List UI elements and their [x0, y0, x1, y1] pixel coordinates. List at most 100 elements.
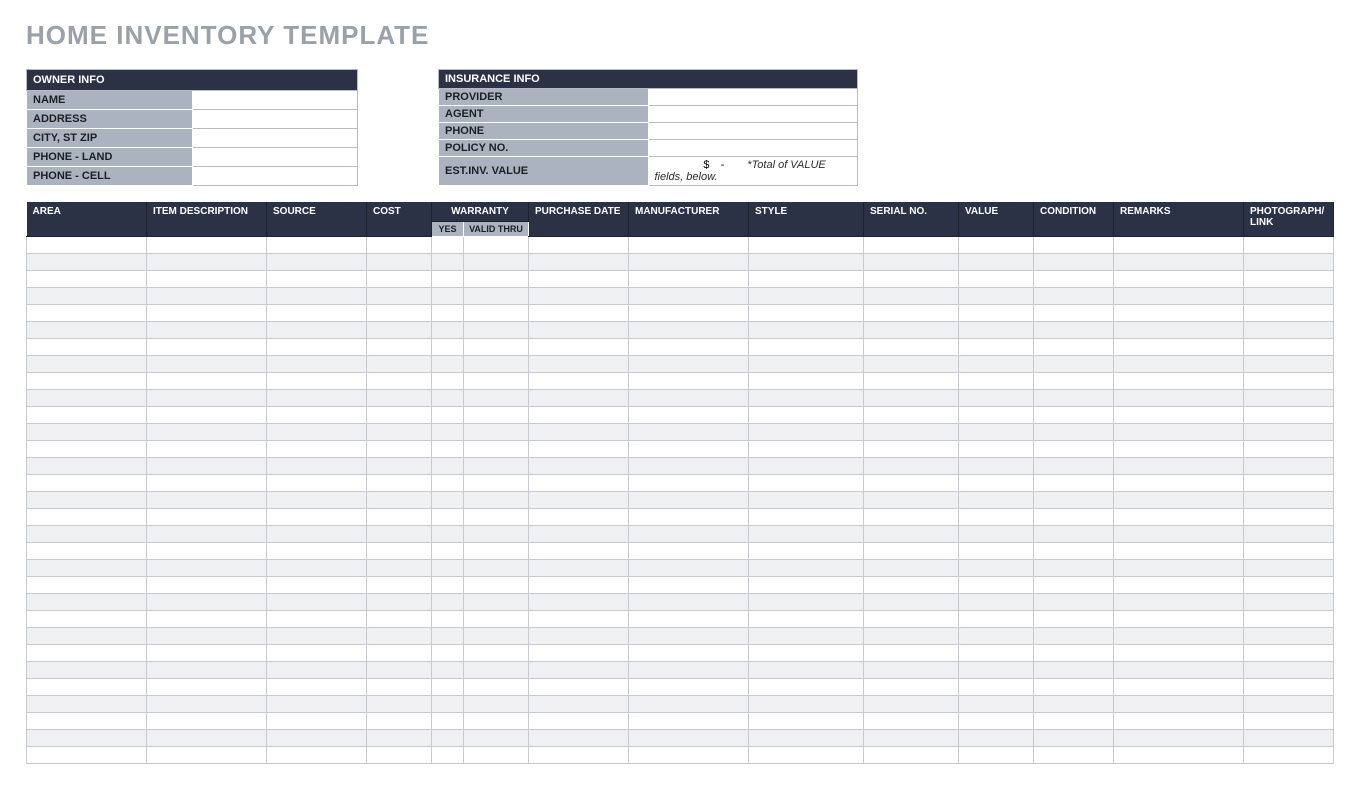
cell[interactable]	[959, 407, 1034, 424]
cell[interactable]	[432, 492, 464, 509]
cell[interactable]	[147, 679, 267, 696]
cell[interactable]	[959, 424, 1034, 441]
cell[interactable]	[864, 713, 959, 730]
cell[interactable]	[864, 730, 959, 747]
cell[interactable]	[367, 305, 432, 322]
cell[interactable]	[464, 645, 529, 662]
cell[interactable]	[1244, 305, 1334, 322]
cell[interactable]	[864, 679, 959, 696]
cell[interactable]	[147, 730, 267, 747]
cell[interactable]	[1244, 407, 1334, 424]
cell[interactable]	[147, 390, 267, 407]
cell[interactable]	[367, 696, 432, 713]
cell[interactable]	[464, 543, 529, 560]
cell[interactable]	[1034, 560, 1114, 577]
cell[interactable]	[432, 628, 464, 645]
cell[interactable]	[749, 475, 864, 492]
cell[interactable]	[864, 407, 959, 424]
cell[interactable]	[147, 441, 267, 458]
cell[interactable]	[147, 747, 267, 764]
cell[interactable]	[529, 747, 629, 764]
cell[interactable]	[749, 594, 864, 611]
cell[interactable]	[464, 407, 529, 424]
cell[interactable]	[529, 441, 629, 458]
ins-agent-value[interactable]	[648, 106, 858, 123]
cell[interactable]	[367, 509, 432, 526]
cell[interactable]	[629, 254, 749, 271]
cell[interactable]	[864, 305, 959, 322]
cell[interactable]	[1244, 611, 1334, 628]
cell[interactable]	[1034, 356, 1114, 373]
cell[interactable]	[749, 356, 864, 373]
cell[interactable]	[864, 356, 959, 373]
cell[interactable]	[367, 662, 432, 679]
cell[interactable]	[864, 373, 959, 390]
cell[interactable]	[1034, 407, 1114, 424]
cell[interactable]	[1114, 577, 1244, 594]
cell[interactable]	[464, 322, 529, 339]
cell[interactable]	[432, 543, 464, 560]
cell[interactable]	[1244, 543, 1334, 560]
cell[interactable]	[1114, 713, 1244, 730]
cell[interactable]	[432, 322, 464, 339]
cell[interactable]	[864, 424, 959, 441]
cell[interactable]	[27, 390, 147, 407]
cell[interactable]	[267, 594, 367, 611]
cell[interactable]	[749, 441, 864, 458]
cell[interactable]	[464, 458, 529, 475]
cell[interactable]	[367, 407, 432, 424]
cell[interactable]	[1114, 424, 1244, 441]
cell[interactable]	[1034, 271, 1114, 288]
cell[interactable]	[464, 390, 529, 407]
cell[interactable]	[1114, 526, 1244, 543]
cell[interactable]	[864, 271, 959, 288]
cell[interactable]	[267, 373, 367, 390]
cell[interactable]	[367, 594, 432, 611]
cell[interactable]	[864, 458, 959, 475]
cell[interactable]	[959, 645, 1034, 662]
cell[interactable]	[749, 373, 864, 390]
cell[interactable]	[1034, 577, 1114, 594]
cell[interactable]	[147, 492, 267, 509]
cell[interactable]	[147, 543, 267, 560]
cell[interactable]	[432, 611, 464, 628]
cell[interactable]	[864, 747, 959, 764]
cell[interactable]	[864, 543, 959, 560]
cell[interactable]	[432, 713, 464, 730]
cell[interactable]	[367, 441, 432, 458]
cell[interactable]	[1034, 254, 1114, 271]
cell[interactable]	[27, 730, 147, 747]
cell[interactable]	[27, 441, 147, 458]
cell[interactable]	[864, 288, 959, 305]
cell[interactable]	[432, 271, 464, 288]
cell[interactable]	[1034, 458, 1114, 475]
cell[interactable]	[464, 441, 529, 458]
cell[interactable]	[529, 271, 629, 288]
cell[interactable]	[629, 458, 749, 475]
cell[interactable]	[749, 679, 864, 696]
cell[interactable]	[267, 747, 367, 764]
cell[interactable]	[749, 288, 864, 305]
cell[interactable]	[27, 509, 147, 526]
cell[interactable]	[147, 560, 267, 577]
cell[interactable]	[267, 305, 367, 322]
cell[interactable]	[749, 254, 864, 271]
cell[interactable]	[864, 696, 959, 713]
cell[interactable]	[267, 407, 367, 424]
cell[interactable]	[1114, 441, 1244, 458]
cell[interactable]	[629, 509, 749, 526]
cell[interactable]	[529, 322, 629, 339]
cell[interactable]	[147, 628, 267, 645]
cell[interactable]	[1034, 713, 1114, 730]
cell[interactable]	[27, 407, 147, 424]
cell[interactable]	[367, 254, 432, 271]
cell[interactable]	[1244, 356, 1334, 373]
owner-phone-land-value[interactable]	[192, 148, 358, 167]
cell[interactable]	[464, 424, 529, 441]
cell[interactable]	[432, 305, 464, 322]
cell[interactable]	[864, 628, 959, 645]
cell[interactable]	[529, 373, 629, 390]
cell[interactable]	[267, 560, 367, 577]
cell[interactable]	[629, 475, 749, 492]
cell[interactable]	[27, 662, 147, 679]
